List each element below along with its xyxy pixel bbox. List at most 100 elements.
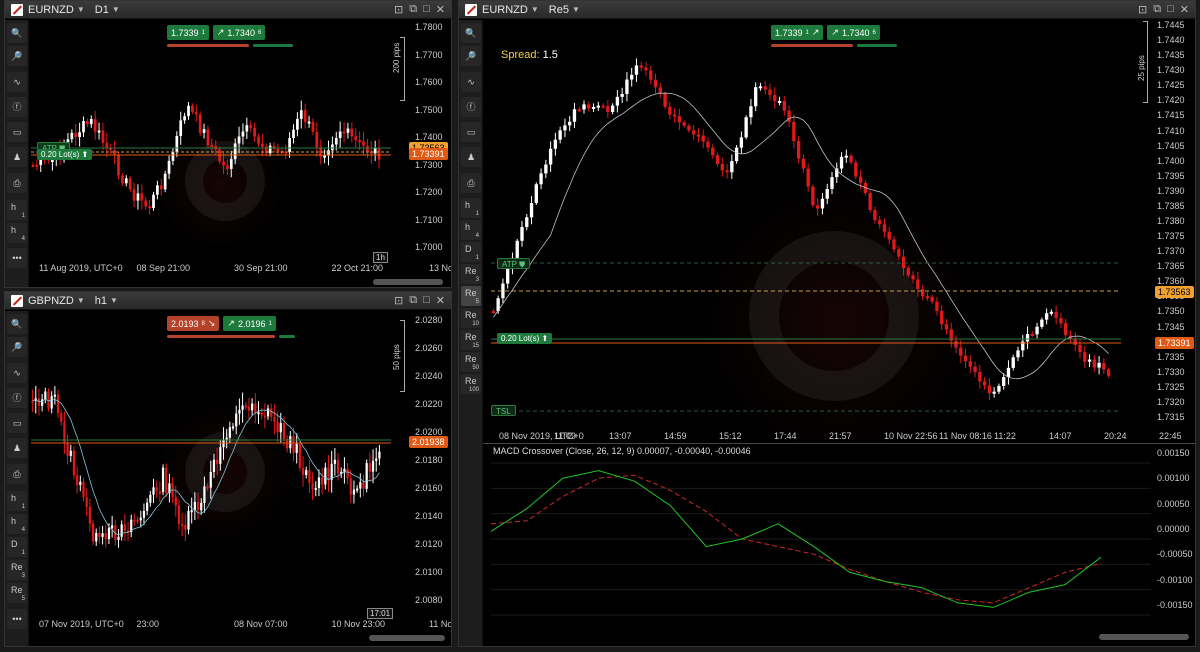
- order-label[interactable]: 0.20 Lot(s) ⬆: [497, 333, 553, 344]
- timeframe-h1-button[interactable]: h1: [461, 198, 481, 218]
- objects-button[interactable]: ▭: [7, 413, 27, 433]
- chevron-down-icon[interactable]: ▼: [531, 5, 539, 14]
- detach-icon[interactable]: ⧉: [1153, 3, 1161, 16]
- timeframe-h4-button[interactable]: h4: [7, 223, 27, 243]
- pin-icon[interactable]: ⊡: [394, 294, 403, 307]
- close-icon[interactable]: ✕: [436, 3, 445, 16]
- horizontal-scrollbar[interactable]: [373, 279, 443, 285]
- candle: [854, 162, 858, 177]
- pin-icon[interactable]: ⊡: [394, 3, 403, 16]
- timeframe-selector[interactable]: D1: [95, 4, 109, 16]
- time-axis[interactable]: 11 Aug 2019, UTC+0 08 Sep 21:00 30 Sep 21:…: [31, 261, 451, 277]
- chevron-down-icon[interactable]: ▼: [112, 5, 120, 14]
- trader-button[interactable]: ♟: [461, 147, 481, 167]
- timeframe-re5-button[interactable]: Re 5: [7, 583, 27, 603]
- trader-button[interactable]: ♟: [7, 147, 27, 167]
- zoom-out-button[interactable]: 🔎: [7, 337, 27, 357]
- price-tick-label: 1.7320: [1157, 396, 1185, 407]
- candlestick-chart[interactable]: [491, 21, 1151, 429]
- timeframe-re15-button[interactable]: Re 15: [461, 330, 481, 350]
- candle: [725, 170, 729, 173]
- horizontal-scrollbar[interactable]: [369, 635, 445, 641]
- indicators-button[interactable]: ∿: [7, 363, 27, 383]
- timeframe-d1-button[interactable]: D1: [461, 242, 481, 262]
- share-button[interactable]: ⓕ: [7, 388, 27, 408]
- candle: [978, 371, 982, 382]
- timeframe-re100-button[interactable]: Re 100: [461, 374, 481, 394]
- symbol-selector[interactable]: EURNZD: [482, 4, 528, 16]
- price-axis[interactable]: 2.0280 2.0260 2.0240 2.0220 2.0200 2.0180 2.01…: [411, 310, 451, 610]
- zoom-in-button[interactable]: 🔍: [7, 23, 27, 43]
- price-axis[interactable]: 1.7800 1.7700 1.7600 1.7500 1.7400 1.7300 1.72…: [411, 19, 451, 259]
- timeframe-re3-button[interactable]: Re 3: [7, 560, 27, 580]
- chevron-down-icon[interactable]: ▼: [110, 296, 118, 305]
- pin-icon[interactable]: ⊡: [1138, 3, 1147, 16]
- sell-button[interactable]: 2.0193 8 ↘: [167, 316, 220, 331]
- price-tick-label: 2.0260: [415, 343, 443, 353]
- trader-button[interactable]: ♟: [7, 438, 27, 458]
- timeframe-re10-button[interactable]: Re 10: [461, 308, 481, 328]
- buy-button[interactable]: ↗ 1.7340 6: [212, 25, 266, 40]
- detach-icon[interactable]: ⧉: [409, 294, 417, 307]
- timeframe-re5-button[interactable]: Re 5: [461, 286, 481, 306]
- candle: [911, 275, 915, 280]
- zoom-out-button[interactable]: 🔎: [7, 46, 27, 66]
- maximize-icon[interactable]: □: [1167, 3, 1174, 16]
- more-button[interactable]: •••: [7, 248, 27, 268]
- screenshot-button[interactable]: ⎙: [7, 173, 27, 193]
- screenshot-button[interactable]: ⎙: [7, 464, 27, 484]
- order-label[interactable]: 0.20 Lot(s) ⬆: [37, 149, 93, 160]
- tsl-label[interactable]: TSL: [491, 405, 516, 416]
- candle: [225, 437, 228, 440]
- share-button[interactable]: ⓕ: [7, 97, 27, 117]
- chevron-down-icon[interactable]: ▼: [77, 5, 85, 14]
- candlestick-chart[interactable]: [31, 21, 411, 261]
- timeframe-re3-button[interactable]: Re 3: [461, 264, 481, 284]
- close-icon[interactable]: ✕: [436, 294, 445, 307]
- zoom-out-button[interactable]: 🔎: [461, 46, 481, 66]
- symbol-selector[interactable]: GBPNZD: [28, 295, 74, 307]
- timeframe-selector[interactable]: Re5: [549, 4, 569, 16]
- price-tick-label: 1.7380: [1157, 216, 1185, 226]
- macd-chart[interactable]: [490, 457, 1151, 627]
- candle: [720, 163, 724, 171]
- maximize-icon[interactable]: □: [423, 3, 430, 16]
- timeframe-re50-button[interactable]: Re 50: [461, 352, 481, 372]
- timeframe-h1-button[interactable]: h1: [7, 200, 27, 220]
- objects-button[interactable]: ▭: [7, 122, 27, 142]
- moving-average-line: [493, 92, 1109, 380]
- price-axis[interactable]: 1.7445 1.7440 1.7435 1.7430 1.7425 1.7420 1.74…: [1153, 19, 1195, 431]
- candlestick-chart[interactable]: [31, 312, 411, 612]
- maximize-icon[interactable]: □: [423, 294, 430, 307]
- buy-button[interactable]: ↗ 1.7340 6: [827, 25, 880, 40]
- detach-icon[interactable]: ⧉: [409, 3, 417, 16]
- zoom-in-button[interactable]: 🔍: [461, 23, 481, 43]
- timeframe-h4-button[interactable]: h4: [7, 514, 27, 534]
- sell-button[interactable]: 1.7339 1 ↗: [771, 25, 824, 40]
- close-icon[interactable]: ✕: [1180, 3, 1189, 16]
- atp-label[interactable]: ATP ⛊: [497, 258, 531, 269]
- pane-divider[interactable]: [483, 443, 1195, 444]
- screenshot-button[interactable]: ⎙: [461, 173, 481, 193]
- sell-button[interactable]: 1.7339 1: [167, 25, 209, 40]
- timeframe-selector[interactable]: h1: [95, 295, 107, 307]
- objects-button[interactable]: ▭: [461, 122, 481, 142]
- buy-button[interactable]: ↗ 2.0196 1: [223, 316, 276, 331]
- symbol-selector[interactable]: EURNZD: [28, 4, 74, 16]
- more-button[interactable]: •••: [7, 609, 27, 629]
- timeframe-d1-button[interactable]: D1: [7, 537, 27, 557]
- timeframe-h4-button[interactable]: h4: [461, 220, 481, 240]
- indicators-button[interactable]: ∿: [461, 72, 481, 92]
- macd-axis[interactable]: 0.00150 0.00100 0.00050 0.00000 -0.00050 -0.0…: [1153, 447, 1195, 627]
- candle: [973, 366, 977, 372]
- share-button[interactable]: ⓕ: [461, 97, 481, 117]
- horizontal-scrollbar[interactable]: [1099, 634, 1189, 640]
- indicators-button[interactable]: ∿: [7, 72, 27, 92]
- candle: [292, 129, 295, 139]
- candle: [1102, 362, 1106, 370]
- time-axis[interactable]: 07 Nov 2019, UTC+0 23:00 08 Nov 07:00 10 No…: [31, 617, 451, 633]
- chevron-down-icon[interactable]: ▼: [572, 5, 580, 14]
- zoom-in-button[interactable]: 🔍: [7, 314, 27, 334]
- timeframe-h1-button[interactable]: h1: [7, 491, 27, 511]
- chevron-down-icon[interactable]: ▼: [77, 296, 85, 305]
